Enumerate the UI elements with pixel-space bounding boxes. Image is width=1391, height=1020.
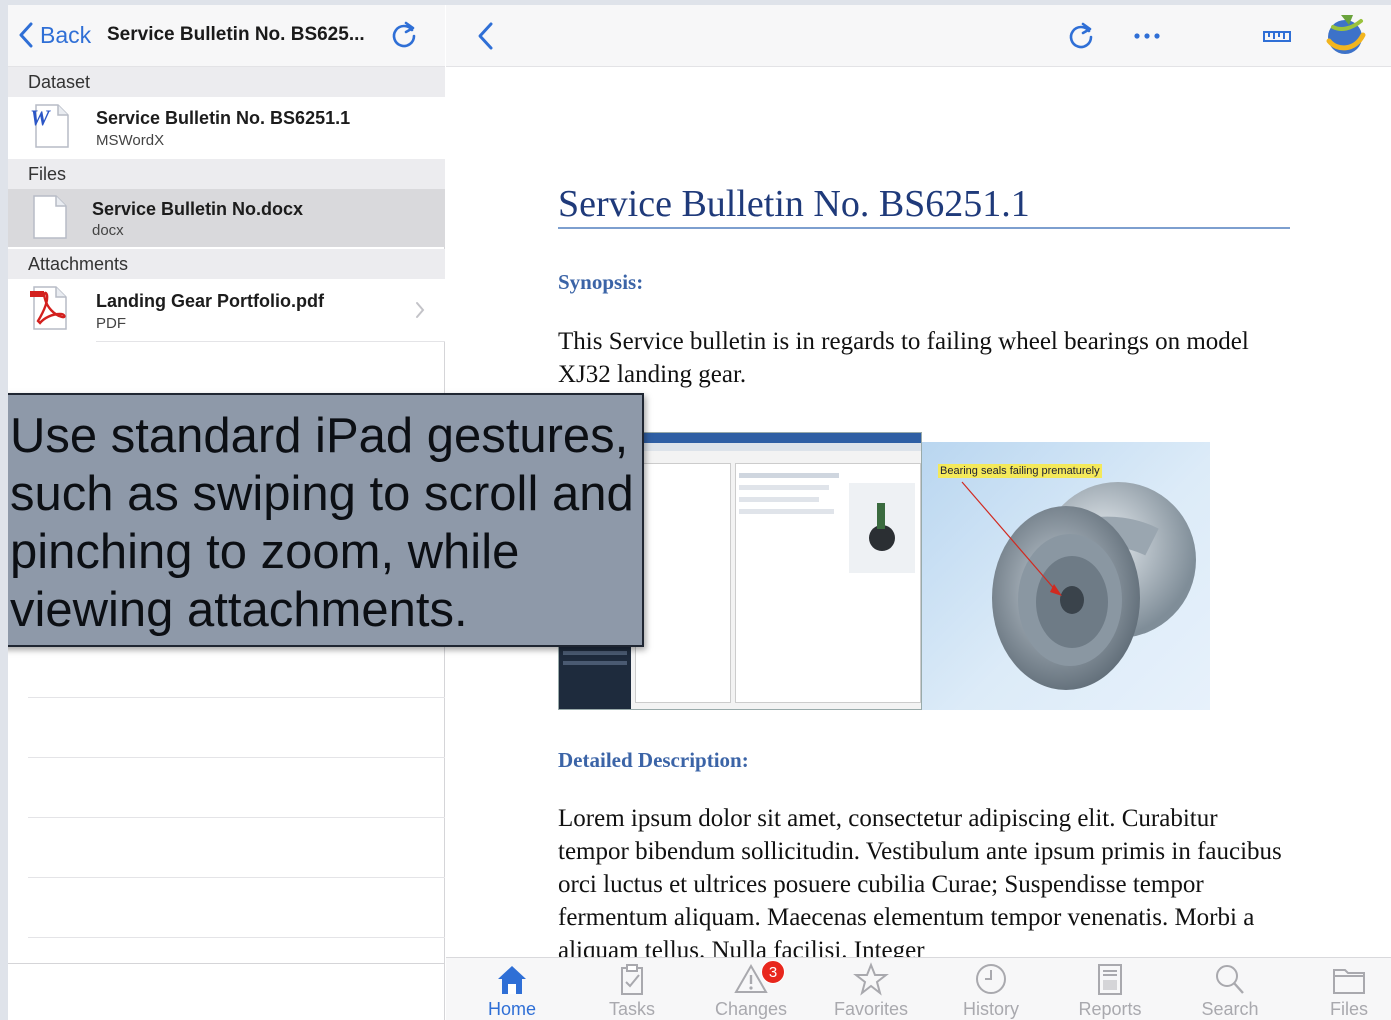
back-chevron-icon (478, 22, 493, 50)
callout-text: Use standard iPad gestures, such as swip… (10, 409, 634, 637)
tab-files[interactable]: Files (1299, 958, 1391, 1020)
tab-label: Favorites (833, 999, 909, 1019)
tab-bar: Home Tasks 3 Changes Favorites History R… (446, 957, 1391, 1020)
back-chevron-icon (19, 22, 33, 48)
detailed-description-text: Lorem ipsum dolor sit amet, consectetur … (558, 805, 1282, 957)
tab-reports[interactable]: Reports (1060, 958, 1160, 1020)
app-logo-icon[interactable] (1323, 11, 1371, 59)
home-icon (498, 966, 526, 994)
title-underline (558, 227, 1290, 229)
chevron-right-icon (416, 302, 425, 318)
back-nav-button[interactable] (468, 19, 502, 53)
refresh-button[interactable] (388, 19, 420, 51)
left-navbar: Back Service Bulletin No. BS625... (8, 5, 445, 67)
bottom-divider (8, 963, 445, 964)
left-panel-title: Service Bulletin No. BS625... (107, 24, 365, 45)
tab-tasks[interactable]: Tasks (582, 958, 682, 1020)
word-document-icon: W (30, 104, 69, 148)
list-item-title: Service Bulletin No. BS6251.1 (96, 108, 351, 128)
tab-label: Changes (714, 999, 788, 1019)
tab-label: Search (1201, 999, 1259, 1019)
row-divider (96, 341, 445, 342)
ruler-button[interactable] (1260, 19, 1294, 53)
document-figure[interactable]: Bearing seals failing prematurely (558, 432, 1210, 710)
clock-icon (976, 964, 1006, 994)
refresh-icon (392, 21, 416, 48)
document-title: Service Bulletin No. BS6251.1 (558, 183, 1030, 225)
tab-label: Tasks (608, 999, 655, 1019)
tasks-icon (621, 964, 643, 995)
synopsis-text: This Service bulletin is in regards to f… (558, 328, 1249, 388)
tab-changes[interactable]: 3 Changes (701, 958, 801, 1020)
list-item-title: Landing Gear Portfolio.pdf (96, 291, 324, 311)
list-item-attachment[interactable]: Landing Gear Portfolio.pdf PDF (8, 279, 445, 341)
list-item-subtitle: MSWordX (96, 132, 165, 149)
section-header-dataset: Dataset (8, 67, 445, 97)
reports-icon (1098, 964, 1122, 995)
search-icon (1216, 965, 1244, 994)
blank-document-icon (33, 195, 67, 239)
refresh-icon (1069, 22, 1093, 49)
app-window: Back Service Bulletin No. BS625... Datas… (8, 5, 1391, 1020)
tab-label: History (962, 999, 1019, 1019)
tab-history[interactable]: History (941, 958, 1041, 1020)
changes-badge: 3 (761, 960, 785, 984)
ruler-icon (1263, 31, 1291, 42)
document-viewer[interactable]: Service Bulletin No. BS6251.1 Synopsis: … (558, 67, 1338, 957)
section-header-attachments: Attachments (8, 249, 445, 279)
row-divider (28, 937, 445, 938)
synopsis-heading: Synopsis: (558, 270, 644, 294)
back-label: Back (40, 21, 92, 48)
tab-label: Reports (1078, 999, 1142, 1019)
list-item-subtitle: PDF (96, 315, 126, 332)
tab-search[interactable]: Search (1180, 958, 1280, 1020)
more-icon (1134, 33, 1160, 39)
refresh-button[interactable] (1064, 19, 1098, 53)
row-divider (28, 697, 445, 698)
tutorial-callout: Use standard iPad gestures, such as swip… (8, 393, 644, 647)
right-navbar (446, 5, 1391, 67)
tab-favorites[interactable]: Favorites (821, 958, 921, 1020)
tab-label: Files (1329, 999, 1368, 1019)
list-item-dataset[interactable]: W Service Bulletin No. BS6251.1 MSWordX (8, 97, 445, 159)
tab-label: Home (487, 999, 536, 1019)
row-divider (28, 877, 445, 878)
row-divider (28, 817, 445, 818)
tab-home[interactable]: Home (462, 958, 562, 1020)
detailed-description-heading: Detailed Description: (558, 748, 749, 772)
list-item-subtitle: docx (92, 222, 124, 239)
pdf-document-icon (30, 286, 67, 330)
bearing-3d-image: Bearing seals failing prematurely (922, 442, 1210, 710)
more-button[interactable] (1130, 19, 1164, 53)
svg-text:W: W (30, 105, 51, 130)
section-header-files: Files (8, 159, 445, 189)
list-item-title: Service Bulletin No.docx (92, 199, 304, 219)
folder-icon (1333, 969, 1365, 994)
star-icon (853, 962, 889, 996)
list-item-file[interactable]: Service Bulletin No.docx docx (8, 189, 445, 247)
back-button[interactable]: Back (18, 19, 91, 51)
row-divider (28, 757, 445, 758)
